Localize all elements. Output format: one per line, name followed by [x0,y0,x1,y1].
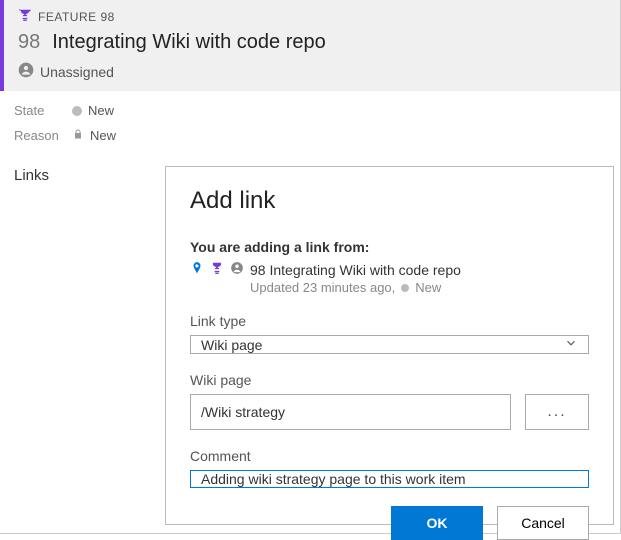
ok-button[interactable]: OK [391,506,483,540]
state-value: New [88,103,114,118]
add-link-dialog: Add link You are adding a link from: 98 … [165,166,614,525]
chevron-down-icon [564,336,578,353]
trophy-icon [18,8,32,25]
wiki-page-label: Wiki page [190,372,589,388]
reason-label: Reason [14,128,72,143]
dialog-title: Add link [190,187,589,215]
from-item-text: 98 Integrating Wiki with code repo [250,262,461,278]
reason-value: New [90,128,116,143]
link-type-value: Wiki page [201,337,262,353]
feature-type-label: FEATURE 98 [38,10,115,24]
assignee-label: Unassigned [40,64,114,80]
work-item-id: 98 [18,31,40,54]
from-state-text: New [415,280,441,295]
state-dot-icon [401,284,409,292]
work-item-header: FEATURE 98 98 Integrating Wiki with code… [0,0,620,91]
title-line: 98 Integrating Wiki with code repo [18,31,606,54]
from-item-sub: Updated 23 minutes ago, New [250,280,589,295]
from-updated-text: Updated 23 minutes ago, [250,280,395,295]
trophy-icon [210,261,224,278]
person-circle-icon [230,261,244,278]
state-dot-icon [72,106,82,116]
person-icon [18,62,34,81]
left-metadata: State New Reason New Links [0,91,165,533]
state-label: State [14,103,72,118]
feature-type-line: FEATURE 98 [18,8,606,25]
link-type-select[interactable]: Wiki page [190,335,589,354]
link-type-label: Link type [190,313,589,329]
cancel-button[interactable]: Cancel [497,506,589,540]
wiki-page-input[interactable] [190,394,511,430]
assignee-row[interactable]: Unassigned [18,62,606,81]
reason-row[interactable]: Reason New [14,128,151,143]
lock-icon [72,128,84,143]
comment-label: Comment [190,448,589,464]
dialog-buttons: OK Cancel [190,488,589,540]
state-row[interactable]: State New [14,103,151,118]
links-heading: Links [14,167,151,184]
adding-from-label: You are adding a link from: [190,239,589,255]
pin-icon [190,261,204,278]
work-item-title[interactable]: Integrating Wiki with code repo [52,31,325,54]
from-item-row: 98 Integrating Wiki with code repo [190,261,589,278]
browse-button[interactable]: ... [525,394,589,430]
comment-input[interactable] [190,470,589,488]
